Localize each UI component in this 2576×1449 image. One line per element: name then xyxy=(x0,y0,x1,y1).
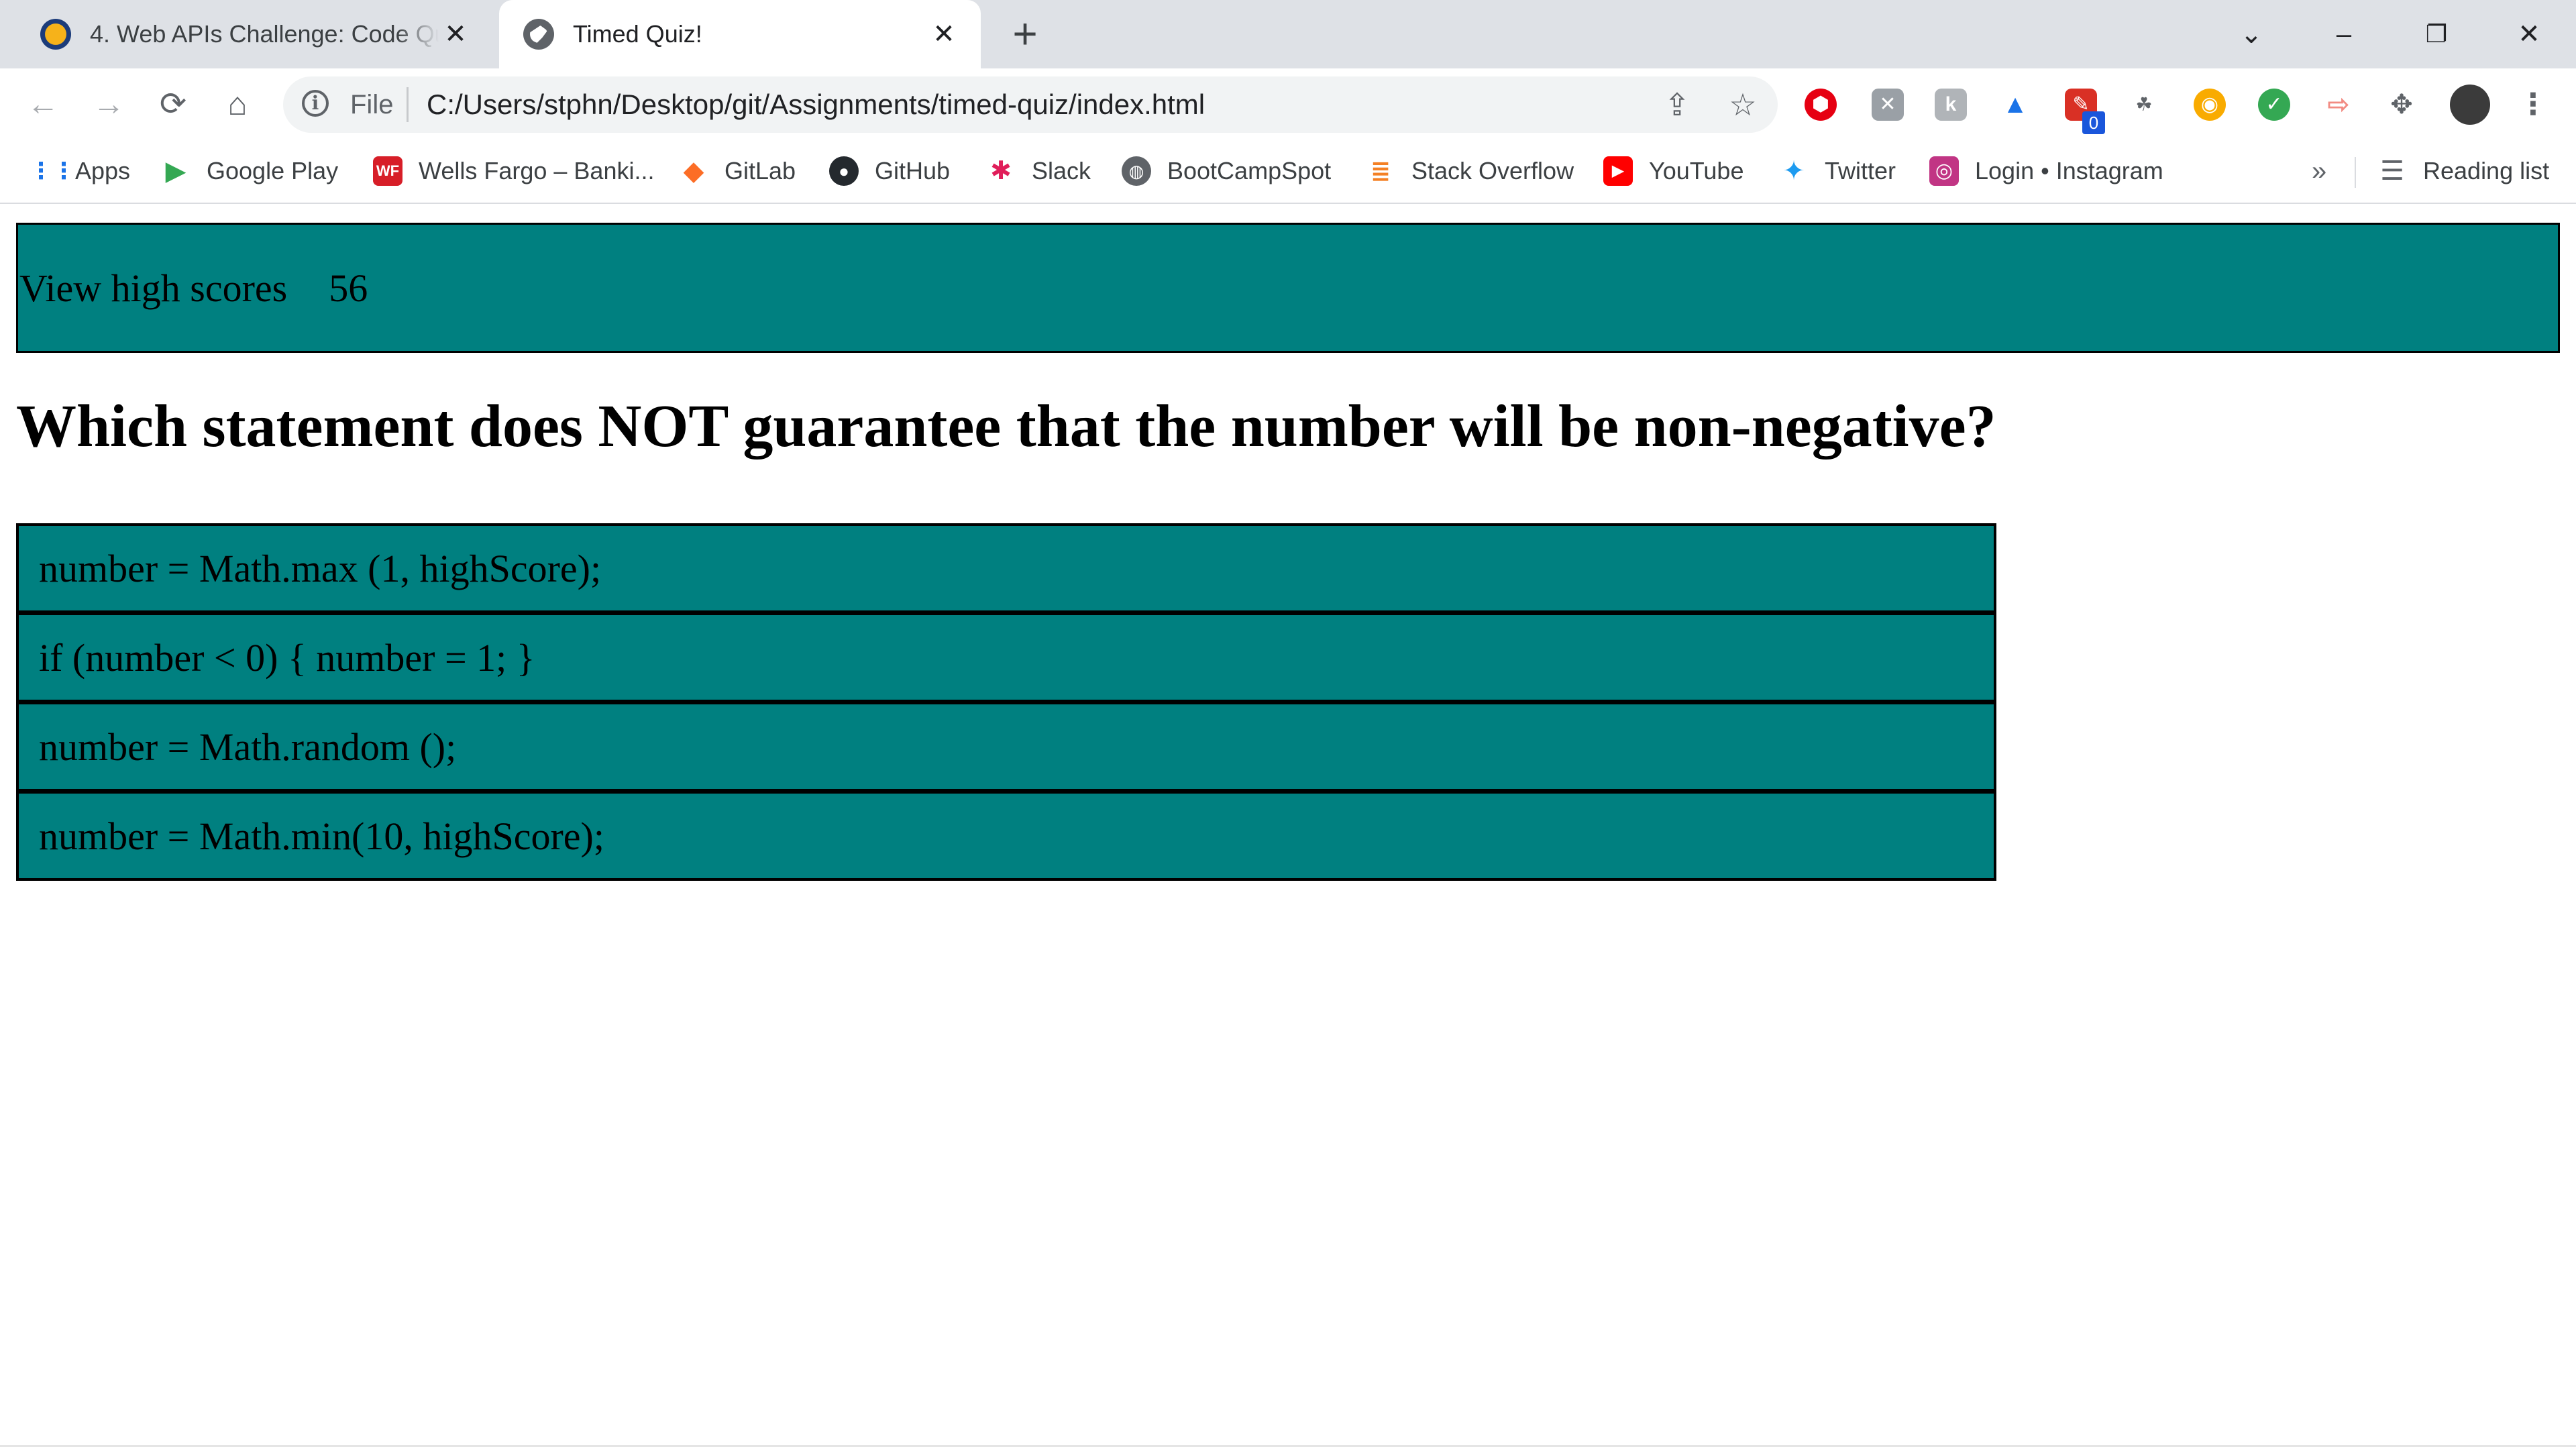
bookmark-slack[interactable]: ✱ Slack xyxy=(986,154,1091,188)
bookmarks-bar: ⋮⋮ Apps ▶ Google Play WF Wells Fargo – B… xyxy=(0,140,2576,204)
file-label: File xyxy=(350,90,394,119)
globe-icon xyxy=(523,19,554,50)
bookmark-label: Twitter xyxy=(1825,157,1896,184)
google-play-icon: ▶ xyxy=(165,156,186,186)
gitlab-icon: ◆ xyxy=(683,156,704,186)
reading-list-label: Reading list xyxy=(2423,157,2550,184)
close-icon[interactable]: ✕ xyxy=(928,19,959,50)
bookmark-github[interactable]: ● GitHub xyxy=(829,154,950,188)
divider xyxy=(0,1445,2576,1447)
timer-value: 56 xyxy=(329,266,368,310)
apps-grid-icon: ⋮⋮ xyxy=(30,158,75,184)
stack-overflow-icon: ≣ xyxy=(1370,157,1391,184)
bookmark-gitlab[interactable]: ◆ GitLab xyxy=(679,154,796,188)
codingbootcamp-icon xyxy=(40,19,71,50)
answer-button[interactable]: number = Math.min(10, highScore); xyxy=(16,791,1996,881)
menu-kebab-icon[interactable]: ⋮ xyxy=(2517,89,2549,121)
reading-list-icon: ☰ xyxy=(2380,156,2404,186)
bookmark-label: Wells Fargo – Banki... xyxy=(419,157,655,184)
bookmark-bootcampspot[interactable]: ◍ BootCampSpot xyxy=(1122,154,1331,188)
profile-avatar[interactable] xyxy=(2450,85,2490,125)
reload-button[interactable]: ⟳ xyxy=(152,83,195,126)
browser-toolbar: ← → ⟳ ⌂ i File C:/Users/stphn/Desktop/gi… xyxy=(0,68,2576,140)
close-icon[interactable]: ✕ xyxy=(440,19,471,50)
bookmark-star-icon[interactable]: ☆ xyxy=(1723,85,1763,125)
extension-k-icon[interactable]: k xyxy=(1935,89,1967,121)
tab-title: Timed Quiz! xyxy=(573,20,702,48)
restore-button[interactable]: ❐ xyxy=(2410,11,2463,58)
tab-search-button[interactable]: ⌄ xyxy=(2224,11,2278,58)
bookmark-youtube[interactable]: ▶ YouTube xyxy=(1603,154,1743,188)
bookmark-twitter[interactable]: ✦ Twitter xyxy=(1779,154,1896,188)
bookmark-label: Login • Instagram xyxy=(1975,157,2163,184)
tab-title: 4. Web APIs Challenge: Code Quiz xyxy=(90,20,439,48)
divider xyxy=(2355,157,2356,188)
address-bar[interactable]: i File C:/Users/stphn/Desktop/git/Assign… xyxy=(283,76,1778,133)
question-title: Which statement does NOT guarantee that … xyxy=(16,393,1996,460)
bookmark-stack-overflow[interactable]: ≣ Stack Overflow xyxy=(1366,154,1574,188)
bookmark-label: Slack xyxy=(1032,157,1091,184)
github-icon: ● xyxy=(829,156,859,186)
home-button[interactable]: ⌂ xyxy=(216,83,259,126)
chrome-extension-icon[interactable]: ◉ xyxy=(2194,89,2226,121)
forward-button[interactable]: → xyxy=(87,83,130,126)
url-text[interactable]: C:/Users/stphn/Desktop/git/Assignments/t… xyxy=(427,89,1205,121)
4chan-icon[interactable]: ☘ xyxy=(2128,89,2160,121)
answer-list: number = Math.max (1, highScore); if (nu… xyxy=(16,523,1996,881)
grammarly-icon[interactable]: ✓ xyxy=(2258,89,2290,121)
twitter-icon: ✦ xyxy=(1782,156,1805,186)
page-content: View high scores 56 Which statement does… xyxy=(0,204,2576,1446)
bookmark-label: Google Play xyxy=(207,157,339,184)
bookmark-google-play[interactable]: ▶ Google Play xyxy=(161,154,339,188)
reading-list-button[interactable]: ☰ Reading list xyxy=(2377,154,2549,188)
bookmark-instagram[interactable]: ◎ Login • Instagram xyxy=(1929,154,2163,188)
google-drive-icon[interactable]: ▲ xyxy=(1999,89,2031,121)
adblock-icon[interactable]: ⬢ xyxy=(1805,89,1837,121)
instagram-icon: ◎ xyxy=(1929,156,1959,186)
cast-icon[interactable]: ⇨ xyxy=(2322,89,2355,121)
globe-icon: ◍ xyxy=(1122,156,1151,186)
answer-button[interactable]: number = Math.random (); xyxy=(16,702,1996,792)
extensions-puzzle-icon[interactable]: ✥ xyxy=(2385,89,2418,121)
wells-fargo-icon: WF xyxy=(373,156,402,186)
tab-code-quiz[interactable]: 4. Web APIs Challenge: Code Quiz ✕ xyxy=(16,0,492,68)
divider xyxy=(407,87,409,122)
bookmark-label: BootCampSpot xyxy=(1167,157,1332,184)
bookmarks-overflow-button[interactable]: » xyxy=(2312,154,2326,188)
bookmark-label: GitLab xyxy=(724,157,796,184)
quiz-header: View high scores 56 xyxy=(16,223,2560,353)
back-button[interactable]: ← xyxy=(21,83,64,126)
bookmark-apps[interactable]: ⋮⋮ Apps xyxy=(30,154,130,188)
answer-button[interactable]: if (number < 0) { number = 1; } xyxy=(16,612,1996,702)
close-window-button[interactable]: ✕ xyxy=(2502,11,2556,58)
slack-icon: ✱ xyxy=(990,157,1012,185)
new-tab-button[interactable]: + xyxy=(1006,12,1044,55)
tab-timed-quiz[interactable]: Timed Quiz! ✕ xyxy=(499,0,981,68)
tab-strip: 4. Web APIs Challenge: Code Quiz ✕ Timed… xyxy=(0,0,2576,68)
answer-button[interactable]: number = Math.max (1, highScore); xyxy=(16,523,1996,613)
extension-x-icon[interactable]: ✕ xyxy=(1872,89,1904,121)
youtube-icon: ▶ xyxy=(1603,156,1633,186)
extension-badge: 0 xyxy=(2082,111,2105,134)
info-icon[interactable]: i xyxy=(302,90,329,117)
bookmark-label: GitHub xyxy=(875,157,951,184)
share-icon[interactable]: ⇪ xyxy=(1657,85,1697,125)
bookmark-wells-fargo[interactable]: WF Wells Fargo – Banki... xyxy=(373,154,654,188)
bookmark-label: Stack Overflow xyxy=(1411,157,1574,184)
bookmark-label: Apps xyxy=(75,157,131,184)
view-high-scores-link[interactable]: View high scores xyxy=(19,266,287,311)
bookmark-label: YouTube xyxy=(1649,157,1744,184)
minimize-button[interactable]: – xyxy=(2317,11,2371,58)
